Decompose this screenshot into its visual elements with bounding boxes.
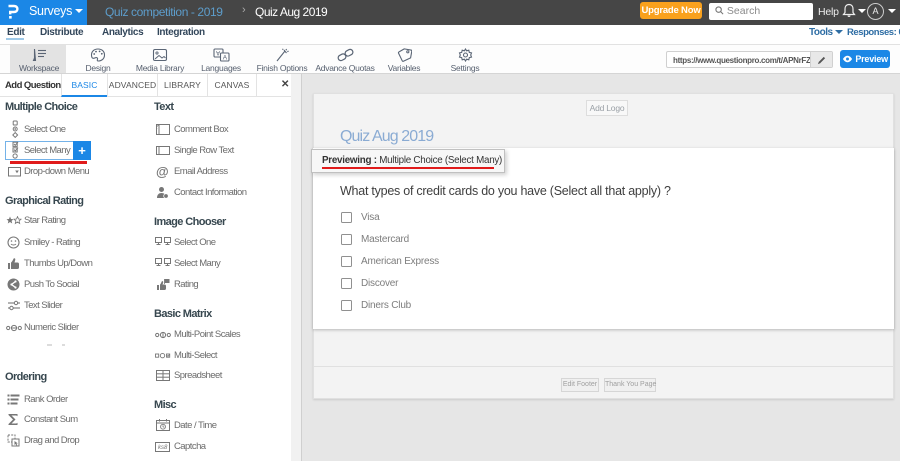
- svg-text:ks8: ks8: [158, 445, 168, 451]
- svg-text:A: A: [222, 55, 227, 62]
- svg-text:@: @: [156, 165, 169, 178]
